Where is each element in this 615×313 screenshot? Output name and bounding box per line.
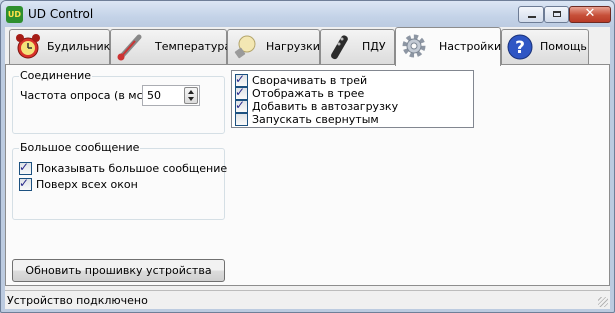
check-icon: ✓ [235, 85, 246, 99]
check-icon: ✓ [235, 72, 246, 86]
status-text: Устройство подключено [7, 294, 148, 307]
close-icon: ✕ [584, 6, 596, 21]
tab-remote-label: ПДУ [362, 40, 386, 53]
title-bar[interactable]: UD UD Control ✕ [1, 1, 614, 27]
big-message-group-title: Большое сообщение [19, 141, 141, 154]
thermometer-icon [117, 34, 142, 61]
tab-alarm-label: Будильник [47, 40, 111, 53]
update-firmware-button[interactable]: Обновить прошивку устройства [12, 259, 225, 282]
app-icon: UD [6, 6, 23, 23]
tab-settings[interactable]: Настройки [395, 27, 501, 66]
tab-help-label: Помощь [540, 40, 587, 53]
checkbox-box[interactable]: ✓ [19, 160, 32, 175]
tab-temperature-label: Температура [155, 40, 232, 53]
maximize-icon [553, 11, 561, 17]
remote-control-icon [331, 35, 348, 60]
maximize-button[interactable] [544, 6, 569, 23]
check-icon: ✓ [19, 160, 30, 174]
checkbox-label[interactable]: Поверх всех окон [36, 178, 138, 191]
spinner-buttons[interactable] [184, 87, 198, 104]
tab-loads-label: Нагрузки [266, 40, 320, 53]
connection-group-title: Соединение [19, 69, 93, 82]
tray-options-box: ✓ Сворачивать в трей ✓ Отображать в трее… [231, 70, 474, 128]
minimize-button[interactable] [518, 6, 544, 23]
tab-settings-label: Настройки [439, 40, 502, 53]
close-button[interactable]: ✕ [569, 6, 611, 23]
tab-help[interactable]: ? Помощь [501, 29, 589, 64]
settings-panel: Соединение Частота опроса (в мс): 50 Бол… [5, 64, 610, 286]
check-icon: ✓ [235, 98, 246, 112]
checkbox-box[interactable] [235, 113, 248, 126]
svg-text:?: ? [515, 38, 525, 58]
window-title: UD Control [28, 7, 94, 21]
checkbox-label[interactable]: Сворачивать в трей [252, 74, 367, 87]
light-bulb-icon [234, 35, 256, 59]
tab-temperature[interactable]: Температура [110, 29, 231, 64]
checkbox-label[interactable]: Отображать в трее [252, 87, 364, 100]
checkbox-box[interactable]: ✓ [19, 176, 32, 191]
minimize-icon [528, 16, 536, 18]
tab-loads[interactable]: Нагрузки [227, 29, 320, 64]
poll-rate-value[interactable]: 50 [147, 89, 161, 102]
checkbox-label[interactable]: Запускать свернутым [252, 113, 379, 126]
tab-remote[interactable]: ПДУ [320, 29, 395, 64]
app-window: UD UD Control ✕ Будильник Температура На… [0, 0, 615, 313]
client-area: Будильник Температура Нагрузки ПДУ Настр… [5, 27, 610, 309]
spinner-up-icon[interactable] [188, 90, 194, 94]
tab-alarm[interactable]: Будильник [9, 29, 110, 64]
resize-grip-icon[interactable] [598, 297, 608, 307]
checkbox-box[interactable]: ✓ [235, 98, 248, 113]
big-message-group: Большое сообщение ✓ Показывать большое с… [12, 141, 227, 220]
check-icon: ✓ [19, 176, 30, 190]
spinner-down-icon[interactable] [188, 97, 194, 101]
status-bar: Устройство подключено [5, 290, 610, 309]
checkbox-label[interactable]: Добавить в автозагрузку [252, 100, 398, 113]
poll-rate-spinner[interactable]: 50 [142, 85, 200, 106]
connection-group: Соединение Частота опроса (в мс): 50 [12, 69, 225, 134]
alarm-clock-icon [16, 34, 40, 59]
help-icon: ? [507, 34, 533, 60]
checkbox-label[interactable]: Показывать большое сообщение [36, 162, 227, 175]
gear-icon [402, 34, 426, 58]
poll-rate-label: Частота опроса (в мс): [20, 89, 151, 102]
